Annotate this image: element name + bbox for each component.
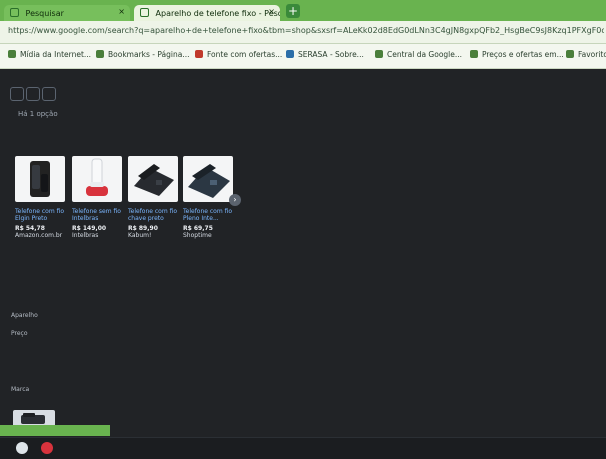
product-price: R$ 149,00 [72, 225, 107, 232]
carousel-next-button[interactable]: › [229, 194, 241, 206]
product-card[interactable]: Telefone com fio Pleno Inte... R$ 69,75 … [183, 156, 233, 239]
nav-button[interactable] [42, 87, 56, 101]
black-desk-phone-icon [30, 161, 50, 197]
product-price: R$ 69,75 [183, 225, 213, 232]
bookmark-icon [96, 50, 104, 58]
download-progress-bar [0, 425, 110, 436]
product-title[interactable]: Telefone com fio chave preto [128, 208, 178, 222]
product-image-dark-desk-phone-2 [183, 156, 233, 202]
nav-button[interactable] [26, 87, 40, 101]
address-bar[interactable]: https://www.google.com/search?q=aparelho… [0, 21, 606, 44]
nav-button[interactable] [10, 87, 24, 101]
tab-search-results[interactable]: Aparelho de telefone fixo - Pesq... × [134, 5, 280, 21]
white-red-cordless-phone-icon [86, 158, 108, 196]
app-icon[interactable] [16, 442, 28, 454]
tab-pesquisar[interactable]: Pesquisar × [4, 5, 130, 21]
tab-label: Aparelho de telefone fixo - Pesq... [155, 9, 280, 18]
page-content [0, 69, 606, 437]
product-image-dark-desk-phone-1 [128, 156, 178, 202]
filter-label: Marca [11, 386, 30, 393]
product-title[interactable]: Telefone com fio Pleno Inte... [183, 208, 233, 222]
product-card[interactable]: Telefone com fio chave preto R$ 89,90 Ka… [128, 156, 178, 239]
taskbar [0, 437, 606, 459]
product-image-white-red-cordless-phone [72, 156, 122, 202]
bookmarks-bar: Mídia da Internet... Bookmarks - Página.… [0, 44, 606, 69]
new-tab-button[interactable]: + [286, 4, 300, 18]
dark-desk-phone-icon [188, 164, 230, 198]
tab-label: Pesquisar [25, 9, 64, 18]
address-text[interactable]: https://www.google.com/search?q=aparelho… [8, 26, 604, 35]
bookmark-icon [375, 50, 383, 58]
mini-nav [10, 86, 62, 102]
filter-label: Aparelho [11, 312, 38, 319]
product-image-black-desk-phone [15, 156, 65, 202]
section-label: Há 1 opção [18, 110, 58, 118]
bookmark-icon [286, 50, 294, 58]
product-seller: Kabum! [128, 232, 152, 239]
bookmark-item[interactable]: Favoritos [566, 50, 606, 59]
product-seller: Intelbras [72, 232, 99, 239]
close-tab-icon[interactable]: × [268, 7, 275, 16]
product-seller: Amazon.com.br [15, 232, 63, 239]
product-card[interactable]: Telefone sem fio Intelbras R$ 149,00 Int… [72, 156, 122, 239]
product-seller: Shoptime [183, 232, 212, 239]
bookmark-item[interactable]: SERASA - Sobre... [286, 50, 364, 59]
close-tab-icon[interactable]: × [118, 7, 125, 16]
tab-strip: Pesquisar × Aparelho de telefone fixo - … [0, 0, 606, 21]
close-icon[interactable] [41, 442, 53, 454]
product-title[interactable]: Telefone com fio Elgin Preto [15, 208, 65, 222]
bookmark-icon [470, 50, 478, 58]
dark-desk-phone-icon [134, 164, 174, 196]
bookmark-item[interactable]: Preços e ofertas em... [470, 50, 564, 59]
bookmark-item[interactable]: Mídia da Internet... [8, 50, 91, 59]
bookmark-icon [566, 50, 574, 58]
filter-label: Preço [11, 330, 28, 337]
bookmark-icon [195, 50, 203, 58]
tab-favicon-icon [140, 8, 149, 17]
tab-favicon-icon [10, 8, 19, 17]
product-price: R$ 54,78 [15, 225, 45, 232]
bookmark-item[interactable]: Fonte com ofertas... [195, 50, 282, 59]
bookmark-item[interactable]: Bookmarks - Página... [96, 50, 190, 59]
product-price: R$ 89,90 [128, 225, 158, 232]
product-title[interactable]: Telefone sem fio Intelbras [72, 208, 122, 222]
product-card[interactable]: Telefone com fio Elgin Preto R$ 54,78 Am… [15, 156, 65, 239]
bookmark-icon [8, 50, 16, 58]
bookmark-item[interactable]: Central da Google... [375, 50, 462, 59]
